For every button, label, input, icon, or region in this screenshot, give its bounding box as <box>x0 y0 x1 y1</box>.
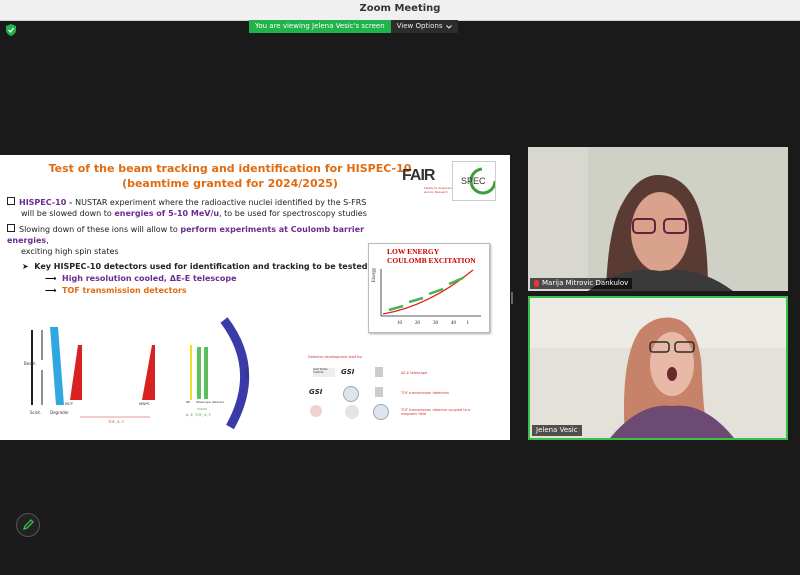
muted-mic-icon <box>534 280 539 287</box>
det-row2: TOF transmission detectors <box>401 391 450 395</box>
participant-name-tag: Jelena Vesic <box>532 425 582 436</box>
coulomb-excitation-chart: LOW ENERGY COULOMB EXCITATION Energy 10 … <box>368 243 490 333</box>
viewing-screen-label: You are viewing Jelena Vesic's screen <box>249 20 391 33</box>
det-row3: TOF transmission detector coupled to a m… <box>401 408 471 416</box>
window-titlebar: Zoom Meeting <box>0 0 800 21</box>
det-header: Detector development lead by: <box>308 355 363 359</box>
fair-logo-text: FAIR <box>402 167 435 184</box>
sub-item2-text: TOF transmission detectors <box>62 286 187 295</box>
gsi-logo-1: GSI <box>341 368 355 376</box>
chart-ylabel: Energy <box>372 267 377 282</box>
gsi-logo-2: GSI <box>309 388 323 396</box>
label-degrader: Degrader <box>50 410 69 415</box>
slide-title-line2: (beamtime granted for 2024/2025) <box>122 177 338 190</box>
sub-item-telescope: ⟶ High resolution cooled, ΔE-E telescope <box>45 274 237 283</box>
bullet-slowing: Slowing down of these ions will allow to… <box>7 224 407 257</box>
label-ae-e: Δ, E, TOF, X, Y <box>186 413 212 417</box>
bullet2-a: Slowing down of these ions will allow to <box>19 225 181 234</box>
bullet2-d: exciting high spin states <box>21 247 119 256</box>
chart-tick-1: 20 <box>415 321 421 326</box>
bullet1-d: energies of 5-10 MeV/u <box>114 209 220 218</box>
chart-tick-2: 30 <box>433 321 439 326</box>
chart-tick-0: 10 <box>397 321 403 326</box>
annotate-button[interactable] <box>16 513 40 537</box>
participant-name: Marija Mitrovic Dankulov <box>542 279 629 287</box>
shared-screen-slide: Test of the beam tracking and identifica… <box>0 155 510 440</box>
participant-name-tag: Marija Mitrovic Dankulov <box>530 278 633 289</box>
slide-title-line1: Test of the beam tracking and identifica… <box>48 162 412 175</box>
label-tof: TOF, X, Y <box>107 420 125 424</box>
split-divider-handle[interactable] <box>511 292 513 304</box>
participant-video <box>528 147 788 291</box>
label-magnet: Magnet <box>245 367 249 379</box>
chart-arrows <box>388 276 464 312</box>
univ-logo <box>310 405 322 417</box>
fair-seal <box>373 404 389 420</box>
fair-logo: FAIR Facility for Antiproton and Ion Res… <box>402 167 452 195</box>
video-tile-jelena[interactable]: Jelena Vesic <box>528 296 788 440</box>
inst-logo-2 <box>375 387 383 397</box>
chart-tick-3: 40 <box>451 321 457 326</box>
label-mwpc: MWPC <box>139 402 151 406</box>
participant-name: Jelena Vesic <box>536 426 578 434</box>
fair-logo-sub: Facility for Antiproton and Ion Research <box>424 186 453 194</box>
label-beam: Beam <box>24 361 36 366</box>
chart-tick-4: I <box>467 321 469 326</box>
bullet1-e: , to be used for spectroscopy studies <box>219 209 367 218</box>
window-title: Zoom Meeting <box>359 3 441 14</box>
participant-video <box>530 298 786 438</box>
shield-icon[interactable] <box>5 24 17 36</box>
view-options-button[interactable]: View Options <box>390 20 458 33</box>
label-mcp: MCP <box>65 402 73 406</box>
sub-item1-text: High resolution cooled, ΔE-E telescope <box>62 274 237 283</box>
key-text: Key HISPEC-10 detectors used for identif… <box>34 262 371 271</box>
setup-schematic: Beam Scint. Degrader MCP MWPC TOF, X, Y … <box>24 317 250 430</box>
bullet1-c: will be slowed down to <box>21 209 115 218</box>
bullet2-c: , <box>46 236 49 245</box>
magnet-shape <box>220 317 250 430</box>
det-row1: ΔE-E telescope <box>401 371 428 375</box>
view-options-label: View Options <box>396 22 443 30</box>
bullet1-b: NUSTAR experiment where the radioactive … <box>75 198 367 207</box>
inst-logo-1 <box>375 367 383 377</box>
ganil-logo-2 <box>345 405 359 419</box>
pencil-icon <box>22 519 34 531</box>
chevron-down-icon <box>445 24 452 29</box>
mwpc-shape <box>142 345 155 400</box>
hispec-logo-text: SPEC <box>461 176 486 186</box>
video-tile-marija[interactable]: Marija Mitrovic Dankulov <box>528 147 788 291</box>
share-status-bar: You are viewing Jelena Vesic's screen Vi… <box>249 20 458 33</box>
detector-development-panel: Detector development lead by: Jožef Stef… <box>305 355 490 430</box>
label-telescope: Telescope detector <box>195 400 225 404</box>
bullet1-a: HISPEC-10 - <box>19 198 76 207</box>
slide-title: Test of the beam tracking and identifica… <box>40 161 420 191</box>
label-ae: ΔE <box>186 400 190 404</box>
label-scint: Scint. <box>30 410 41 415</box>
degrader-shape <box>50 327 64 405</box>
key-detectors-text: ➤ Key HISPEC-10 detectors used for ident… <box>22 262 371 271</box>
mcp-shape <box>70 345 82 400</box>
sub-item-tof: ⟶ TOF transmission detectors <box>45 286 187 295</box>
hispec-logo: SPEC <box>452 161 497 201</box>
jozef-stefan-logo: Jožef Stefan Institute <box>313 368 335 377</box>
ganil-logo-1 <box>343 386 359 402</box>
bullet-hispec: HISPEC-10 - NUSTAR experiment where the … <box>7 197 387 219</box>
